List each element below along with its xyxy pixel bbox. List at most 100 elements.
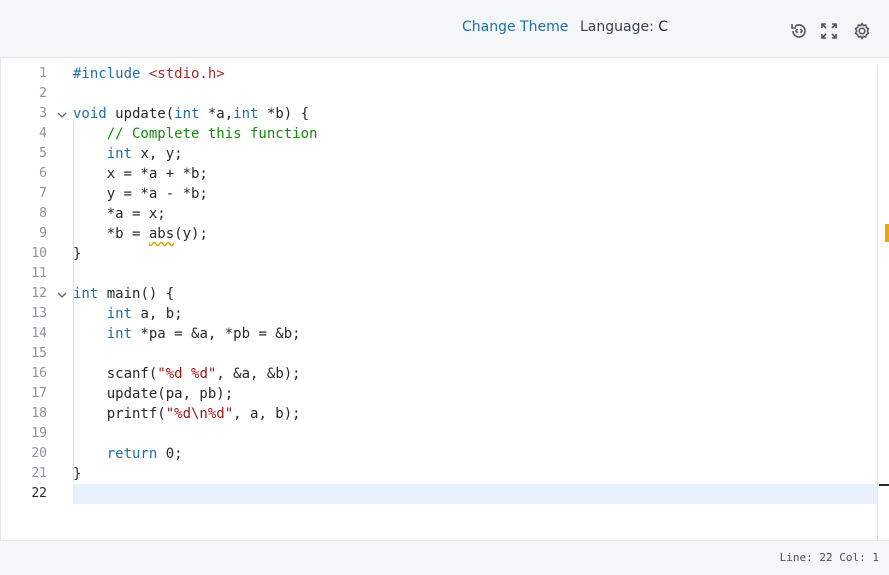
line-number: 19 xyxy=(31,426,47,441)
code-string: "%d\n%d" xyxy=(165,406,234,422)
code-line[interactable]: 7 y = *a - *b; xyxy=(1,184,879,204)
line-number: 5 xyxy=(39,146,47,161)
code-token: printf( xyxy=(73,406,166,422)
language-value: C xyxy=(658,19,669,35)
code-line[interactable]: 2 xyxy=(1,84,879,104)
code-token: (y); xyxy=(174,226,208,242)
code-token: *pa = &a, *pb = &b; xyxy=(132,326,301,342)
code-token: scanf( xyxy=(73,366,158,382)
current-line-highlight xyxy=(73,484,879,504)
code-line[interactable]: 13 int a, b; xyxy=(1,304,879,324)
code-editor[interactable]: 1 #include <stdio.h> 2 3 void update(int… xyxy=(0,58,889,540)
code-token: return xyxy=(106,446,158,462)
code-token: 0; xyxy=(157,446,183,462)
code-line[interactable]: 16 scanf("%d %d", &a, &b); xyxy=(1,364,879,384)
line-number: 11 xyxy=(31,266,47,281)
code-line[interactable]: 19 xyxy=(1,424,879,444)
editor-scrollbar[interactable] xyxy=(877,66,889,540)
code-line[interactable]: 18 printf("%d\n%d", a, b); xyxy=(1,404,879,424)
code-token: *a = x; xyxy=(73,206,166,222)
code-line[interactable]: 12 int main() { xyxy=(1,284,879,304)
code-token: int xyxy=(174,106,200,122)
code-line[interactable]: 10 } xyxy=(1,244,879,264)
code-token: int xyxy=(106,326,133,342)
code-token: update(pa, pb); xyxy=(73,386,234,402)
line-number: 13 xyxy=(31,306,47,321)
code-token: int xyxy=(73,286,99,302)
code-token: *b) { xyxy=(258,106,310,122)
code-token: , a, b); xyxy=(233,406,301,422)
code-comment: // Complete this function xyxy=(106,126,318,142)
line-number: 7 xyxy=(39,186,47,201)
line-number: 3 xyxy=(39,106,47,121)
line-number: 14 xyxy=(31,326,47,341)
code-line[interactable]: 5 int x, y; xyxy=(1,144,879,164)
line-number: 20 xyxy=(31,446,47,461)
code-token: , &a, &b); xyxy=(216,366,301,382)
line-number: 10 xyxy=(31,246,47,261)
code-token: x, y; xyxy=(132,146,183,162)
code-line[interactable]: 21 } xyxy=(1,464,879,484)
code-line[interactable]: 4 // Complete this function xyxy=(1,124,879,144)
code-line[interactable]: 3 void update(int *a,int *b) { xyxy=(1,104,879,124)
code-string: "%d %d" xyxy=(157,366,217,382)
code-token: *b = xyxy=(73,226,149,242)
code-token: int xyxy=(106,306,133,322)
code-token: void xyxy=(73,106,107,122)
code-line[interactable]: 1 #include <stdio.h> xyxy=(1,64,879,84)
history-reset-icon[interactable] xyxy=(789,21,809,41)
code-token: *a, xyxy=(199,106,234,122)
fullscreen-icon[interactable] xyxy=(819,21,839,41)
cursor-position-status: Line: 22 Col: 1 xyxy=(779,551,879,564)
warning-marker xyxy=(885,224,889,242)
code-token: } xyxy=(73,246,82,262)
line-number: 15 xyxy=(31,346,47,361)
line-number: 2 xyxy=(39,86,47,101)
cursor-position-marker xyxy=(879,484,889,486)
code-line[interactable]: 8 *a = x; xyxy=(1,204,879,224)
language-selector[interactable]: Language: C xyxy=(580,19,668,35)
code-token: y = *a - *b; xyxy=(73,186,208,202)
line-number: 17 xyxy=(31,386,47,401)
code-token: a, b; xyxy=(132,306,183,322)
fold-chevron-icon[interactable] xyxy=(57,104,69,124)
code-line[interactable]: 14 int *pa = &a, *pb = &b; xyxy=(1,324,879,344)
line-number: 8 xyxy=(39,206,47,221)
change-theme-button[interactable]: Change Theme xyxy=(462,19,568,35)
code-line[interactable]: 9 *b = abs(y); xyxy=(1,224,879,244)
code-line[interactable]: 15 xyxy=(1,344,879,364)
warning-squiggle[interactable]: abs xyxy=(149,226,174,242)
code-line[interactable]: 20 return 0; xyxy=(1,444,879,464)
line-number: 22 xyxy=(31,486,47,501)
line-number: 18 xyxy=(31,406,47,421)
code-token: <stdio.h> xyxy=(148,66,225,82)
code-token: #include xyxy=(73,66,149,82)
code-line[interactable]: 11 xyxy=(1,264,879,284)
line-number: 9 xyxy=(39,226,47,241)
code-token: int xyxy=(106,146,133,162)
line-number: 16 xyxy=(31,366,47,381)
gear-icon[interactable] xyxy=(852,21,872,41)
code-token: int xyxy=(233,106,259,122)
status-bar: Line: 22 Col: 1 xyxy=(0,540,889,575)
code-line[interactable]: 6 x = *a + *b; xyxy=(1,164,879,184)
language-label: Language: xyxy=(580,19,654,35)
line-number: 21 xyxy=(31,466,47,481)
code-token: } xyxy=(73,466,82,482)
line-number: 12 xyxy=(31,286,47,301)
code-line[interactable]: 17 update(pa, pb); xyxy=(1,384,879,404)
fold-chevron-icon[interactable] xyxy=(57,284,69,304)
line-number: 4 xyxy=(39,126,47,141)
code-token: update( xyxy=(106,106,175,122)
code-token: x = *a + *b; xyxy=(73,166,208,182)
code-token: main() { xyxy=(98,286,175,302)
current-code-line[interactable]: 22 xyxy=(1,484,879,504)
editor-toolbar: Change Theme Language: C xyxy=(0,0,889,58)
line-number: 1 xyxy=(39,66,47,81)
line-number: 6 xyxy=(39,166,47,181)
